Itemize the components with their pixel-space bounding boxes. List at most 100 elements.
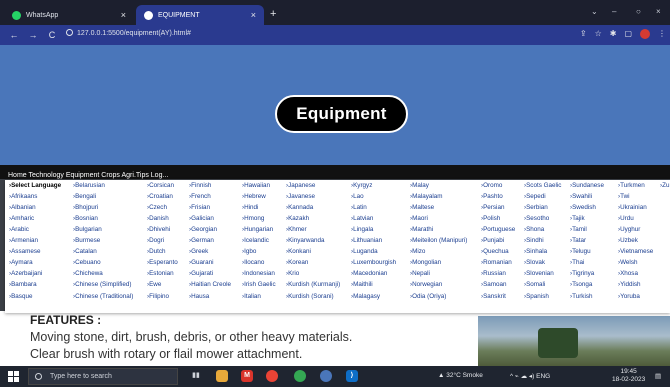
language-option[interactable]: ›Luganda <box>351 248 378 256</box>
language-option[interactable]: ›Hawaiian <box>242 182 270 190</box>
language-option[interactable]: ›Krio <box>286 270 299 278</box>
language-option[interactable]: ›Portuguese <box>481 226 515 234</box>
language-option[interactable]: ›Bulgarian <box>73 226 102 234</box>
language-option[interactable]: ›Georgian <box>189 226 217 234</box>
language-option[interactable]: ›Catalan <box>73 248 97 256</box>
language-option[interactable]: ›Basque <box>9 293 32 301</box>
language-option[interactable]: ›Scots Gaelic <box>524 182 561 190</box>
language-option[interactable]: ›Tigrinya <box>570 270 594 278</box>
language-option[interactable]: ›Kurdish (Sorani) <box>286 293 334 301</box>
language-option[interactable]: ›Lingala <box>351 226 373 234</box>
language-option[interactable]: ›Arabic <box>9 226 29 234</box>
language-option[interactable]: ›Tatar <box>570 237 586 245</box>
language-option[interactable]: ›Azerbaijani <box>9 270 42 278</box>
notifications-icon[interactable]: ▤ <box>655 372 661 380</box>
language-option[interactable]: ›Uyghur <box>618 226 640 234</box>
language-option[interactable]: ›Czech <box>147 204 167 212</box>
language-option[interactable]: ›Latin <box>351 204 367 212</box>
chrome-profile-icon[interactable] <box>294 370 306 382</box>
language-option[interactable]: ›Norwegian <box>410 281 442 289</box>
language-option[interactable]: ›Assamese <box>9 248 41 256</box>
language-option[interactable]: ›Konkani <box>286 248 311 256</box>
language-option[interactable]: ›Ilocano <box>242 259 264 267</box>
language-option[interactable]: ›Welsh <box>618 259 637 267</box>
language-option[interactable]: ›Oromo <box>481 182 502 190</box>
language-option[interactable]: ›Uzbek <box>618 237 638 245</box>
language-option[interactable]: ›Nepali <box>410 270 430 278</box>
language-option[interactable]: ›Indonesian <box>242 270 275 278</box>
language-option[interactable]: ›Tsonga <box>570 281 592 289</box>
language-option[interactable]: ›Italian <box>242 293 261 301</box>
minimize-button[interactable]: – <box>612 7 616 16</box>
language-option[interactable]: ›Quechua <box>481 248 509 256</box>
language-option[interactable]: ›Yiddish <box>618 281 641 289</box>
language-option[interactable]: ›Icelandic <box>242 237 269 245</box>
new-tab-button[interactable]: + <box>270 8 276 20</box>
language-option[interactable]: ›Mongolian <box>410 259 441 267</box>
language-option[interactable]: ›Marathi <box>410 226 433 234</box>
windows-start-icon[interactable] <box>8 371 19 382</box>
language-option[interactable]: ›Tamil <box>570 226 587 234</box>
language-option[interactable]: ›Gujarati <box>189 270 213 278</box>
language-option[interactable]: ›Kinyarwanda <box>286 237 325 245</box>
language-option[interactable]: ›Ukrainian <box>618 204 647 212</box>
system-tray[interactable]: ^ ⌁ ☁ ◂) ENG <box>510 372 550 380</box>
tab-equipment[interactable]: EQUIPMENT × <box>136 5 264 25</box>
language-option[interactable]: ›Sanskrit <box>481 293 506 301</box>
language-option[interactable]: ›Luxembourgish <box>351 259 396 267</box>
language-option[interactable]: ›Hungarian <box>242 226 273 234</box>
language-option[interactable]: ›Dhivehi <box>147 226 170 234</box>
language-option[interactable]: ›Latvian <box>351 215 373 223</box>
language-option[interactable]: ›Estonian <box>147 270 174 278</box>
language-option[interactable]: ›Cebuano <box>73 259 101 267</box>
language-option[interactable]: ›Guarani <box>189 259 214 267</box>
language-option[interactable]: ›Hindi <box>242 204 258 212</box>
close-tab-icon[interactable]: × <box>121 10 126 20</box>
language-option[interactable]: ›Yoruba <box>618 293 640 301</box>
language-option[interactable]: ›Kannada <box>286 204 313 212</box>
language-option[interactable]: ›Bosnian <box>73 215 98 223</box>
language-option[interactable]: ›Burmese <box>73 237 100 245</box>
language-option[interactable]: ›Hmong <box>242 215 264 223</box>
language-option[interactable]: ›Finnish <box>189 182 211 190</box>
select-language-label[interactable]: ›Select Language <box>9 182 61 190</box>
language-option[interactable]: ›Vietnamese <box>618 248 653 256</box>
language-option[interactable]: ›Lithuanian <box>351 237 382 245</box>
language-option[interactable]: ›Zu <box>660 182 669 190</box>
language-option[interactable]: ›Xhosa <box>618 270 638 278</box>
language-option[interactable]: ›Macedonian <box>351 270 387 278</box>
language-option[interactable]: ›Sesotho <box>524 215 549 223</box>
language-option[interactable]: ›Sindhi <box>524 237 544 245</box>
url-field[interactable]: 127.0.0.1:5500/equipment(AY).html# <box>66 29 191 37</box>
language-option[interactable]: ›Dogri <box>147 237 164 245</box>
language-option[interactable]: ›Croatian <box>147 193 173 201</box>
language-option[interactable]: ›Kyrgyz <box>351 182 372 190</box>
language-option[interactable]: ›Amharic <box>9 215 34 223</box>
language-option[interactable]: ›Chichewa <box>73 270 103 278</box>
language-option[interactable]: ›Greek <box>189 248 208 256</box>
language-option[interactable]: ›Twi <box>618 193 630 201</box>
language-option[interactable]: ›Urdu <box>618 215 634 223</box>
back-button[interactable]: ← <box>9 30 19 40</box>
tab-search-icon[interactable]: ⌄ <box>591 7 598 16</box>
language-option[interactable]: ›Meiteilon (Manipuri) <box>410 237 467 245</box>
language-option[interactable]: ›Korean <box>286 259 308 267</box>
language-option[interactable]: ›Mizo <box>410 248 425 256</box>
language-option[interactable]: ›Telugu <box>570 248 591 256</box>
bookmark-star-icon[interactable]: ☆ <box>595 29 602 39</box>
chrome-active-icon[interactable] <box>320 370 332 382</box>
language-option[interactable]: ›Turkish <box>570 293 593 301</box>
language-option[interactable]: ›Irish Gaelic <box>242 281 276 289</box>
extensions-icon[interactable]: ✱ <box>610 29 617 39</box>
language-option[interactable]: ›Turkmen <box>618 182 645 190</box>
tab-whatsapp[interactable]: WhatsApp × <box>4 5 134 25</box>
mail-icon[interactable]: M <box>241 370 253 382</box>
reload-button[interactable]: C <box>47 30 57 40</box>
language-option[interactable]: ›Malayalam <box>410 193 443 201</box>
language-option[interactable]: ›Spanish <box>524 293 549 301</box>
language-option[interactable]: ›Haitian Creole <box>189 281 231 289</box>
language-option[interactable]: ›Bengali <box>73 193 96 201</box>
menu-icon[interactable]: ⋮ <box>658 29 666 39</box>
profile-avatar[interactable] <box>640 29 650 39</box>
language-option[interactable]: ›Lao <box>351 193 364 201</box>
